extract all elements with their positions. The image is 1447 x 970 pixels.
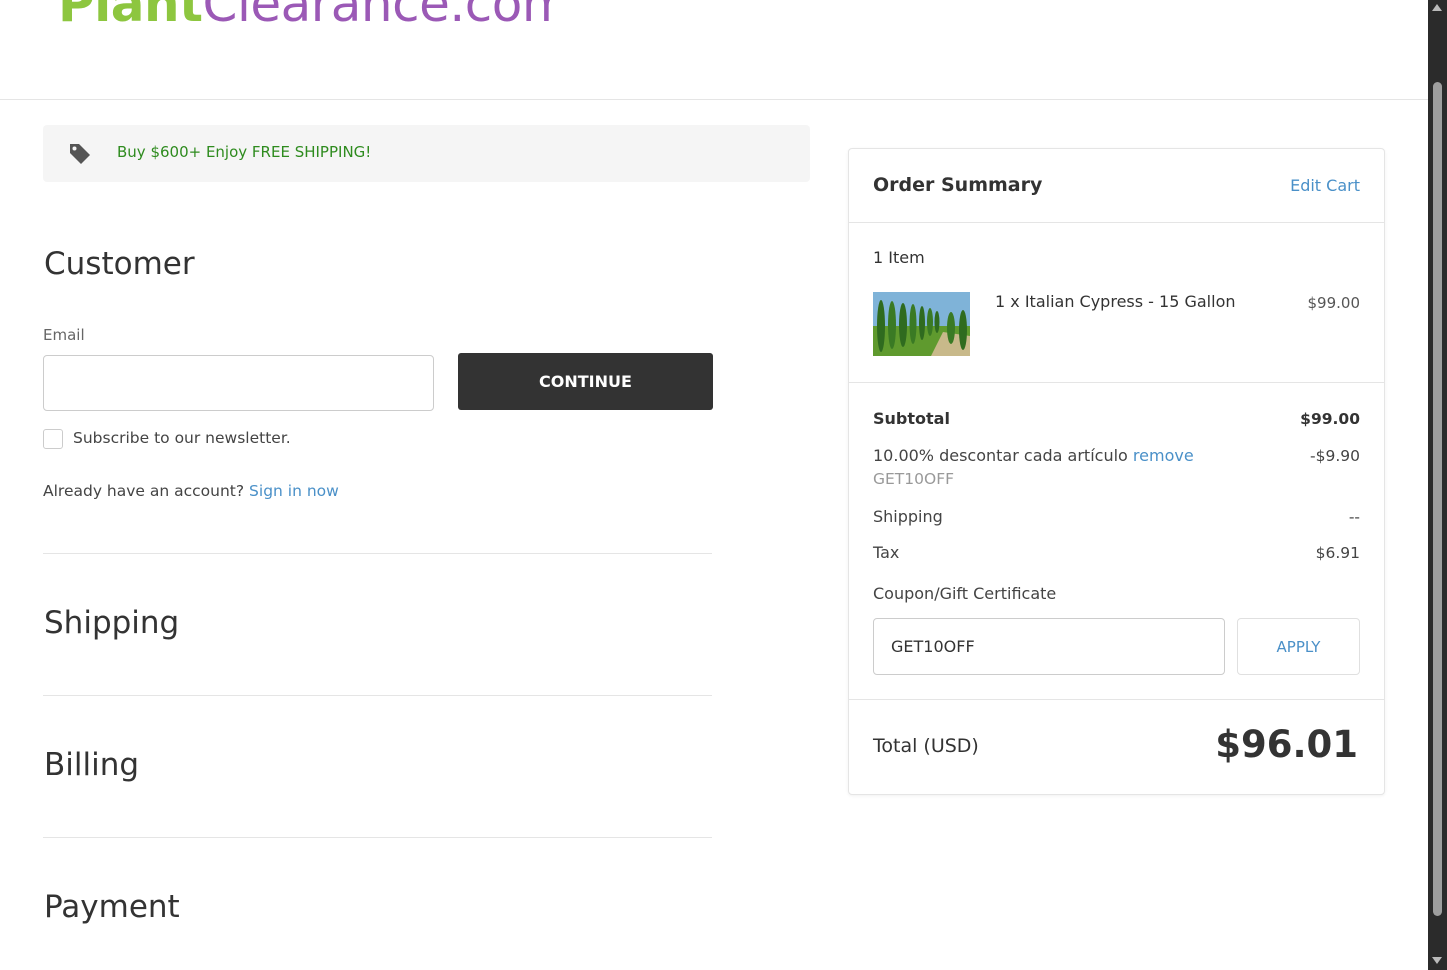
promo-text: Buy $600+ Enjoy FREE SHIPPING! [117, 143, 372, 161]
newsletter-checkbox[interactable] [43, 429, 63, 449]
site-logo[interactable]: PlantClearance.com [44, 0, 550, 52]
tax-value: $6.91 [1315, 544, 1360, 562]
coupon-label: Coupon/Gift Certificate [873, 584, 1057, 603]
scrollbar-thumb[interactable] [1433, 82, 1442, 916]
scroll-down-arrow-icon[interactable] [1432, 957, 1442, 964]
divider [849, 699, 1384, 700]
order-summary-title: Order Summary [873, 174, 1043, 196]
discount-value: -$9.90 [1310, 447, 1360, 465]
continue-button[interactable]: CONTINUE [458, 353, 713, 410]
apply-coupon-button[interactable]: APPLY [1237, 618, 1360, 675]
scroll-up-arrow-icon[interactable] [1432, 4, 1442, 11]
discount-label: 10.00% descontar cada artículo remove [873, 446, 1194, 465]
divider [849, 222, 1384, 223]
coupon-input[interactable]: GET10OFF [873, 618, 1225, 675]
email-field[interactable] [43, 355, 434, 411]
subtotal-label: Subtotal [873, 409, 950, 428]
shipping-value: -- [1348, 508, 1360, 526]
total-label: Total (USD) [873, 735, 979, 757]
divider [849, 382, 1384, 383]
product-thumbnail [873, 292, 970, 356]
subtotal-value: $99.00 [1300, 410, 1360, 428]
logo-text: PlantClearance.com [58, 0, 550, 33]
tag-icon [70, 144, 90, 164]
item-price: $99.00 [1307, 294, 1361, 312]
shipping-section-title[interactable]: Shipping [44, 605, 179, 641]
discount-code: GET10OFF [873, 470, 955, 488]
edit-cart-link[interactable]: Edit Cart [1290, 176, 1360, 195]
email-label: Email [43, 326, 85, 344]
billing-section-title[interactable]: Billing [44, 747, 139, 783]
sign-in-prompt: Already have an account? Sign in now [43, 482, 339, 500]
payment-section-title[interactable]: Payment [44, 889, 180, 925]
page-scrollbar[interactable] [1428, 0, 1447, 970]
divider [43, 553, 712, 554]
newsletter-label[interactable]: Subscribe to our newsletter. [73, 429, 291, 447]
item-count: 1 Item [873, 248, 925, 267]
shipping-label: Shipping [873, 507, 943, 526]
sign-in-link[interactable]: Sign in now [249, 482, 339, 500]
tax-label: Tax [873, 543, 900, 562]
site-header: PlantClearance.com [0, 0, 1428, 100]
total-value: $96.01 [1215, 723, 1358, 766]
remove-discount-link[interactable]: remove [1133, 446, 1194, 465]
divider [43, 837, 712, 838]
customer-section-title[interactable]: Customer [44, 246, 195, 282]
divider [43, 695, 712, 696]
item-name: 1 x Italian Cypress - 15 Gallon [995, 292, 1236, 311]
